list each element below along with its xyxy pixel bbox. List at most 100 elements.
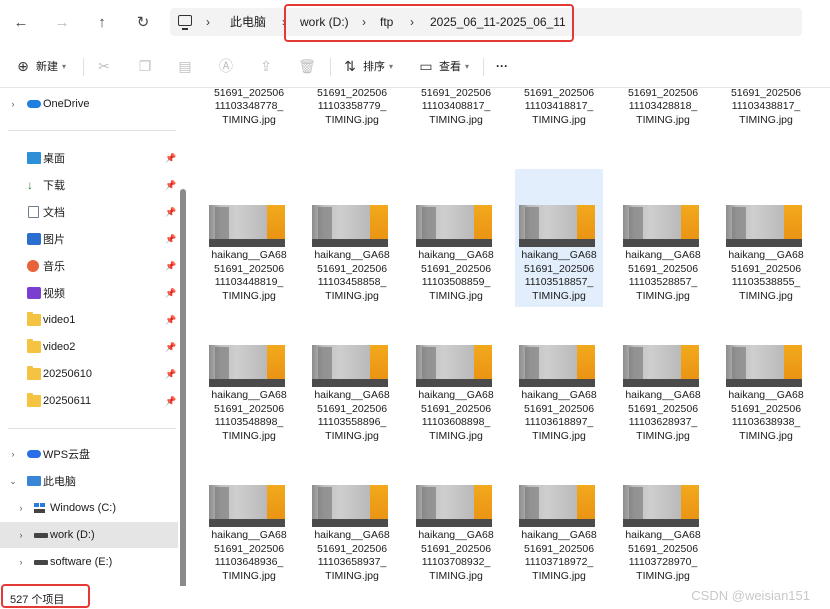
sidebar-item-20250611[interactable]: 20250611 📌: [0, 388, 178, 414]
file-name-line: 51691_202506: [730, 402, 802, 415]
monitor-icon: [27, 476, 41, 486]
sidebar-item-label: 桌面: [43, 153, 65, 165]
file-name-line: 11103428818_: [628, 100, 698, 112]
pin-icon[interactable]: 📌: [165, 207, 176, 218]
sidebar-item-desktop[interactable]: 桌面 📌: [0, 145, 178, 171]
sidebar-item-drive-e[interactable]: › software (E:): [0, 549, 178, 575]
file-name: haikang__GA68 51691_202506 11103448819_ TIM…: [205, 249, 293, 303]
sidebar-item-drive-c[interactable]: › Windows (C:): [0, 495, 178, 521]
pin-icon[interactable]: 📌: [165, 396, 176, 407]
breadcrumb-this-pc[interactable]: 此电脑: [230, 8, 266, 36]
file-item[interactable]: haikang__GA68 51691_202506 11103508859_ TIM…: [412, 169, 500, 307]
file-item[interactable]: haikang__GA68 51691_202506 11103528857_ TIM…: [619, 169, 707, 307]
file-name-line: 51691_202506: [213, 262, 285, 275]
new-button[interactable]: ⊕ 新建 ▾: [14, 54, 66, 78]
pin-icon[interactable]: 📌: [165, 153, 176, 164]
sidebar-item-pictures[interactable]: 图片 📌: [0, 226, 178, 252]
file-item[interactable]: haikang__GA68 51691_202506 11103708932_ TIM…: [412, 449, 500, 586]
forward-arrow-icon[interactable]: →: [50, 10, 74, 34]
sidebar-item-downloads[interactable]: ↓ 下载 📌: [0, 172, 178, 198]
watermark: CSDN @weisian151: [691, 588, 810, 603]
file-name-line: TIMING.jpg: [222, 569, 276, 582]
file-name-line: haikang__GA68: [728, 389, 804, 401]
file-item[interactable]: haikang__GA68 51691_202506 11103518857_ TIM…: [515, 169, 603, 307]
file-name: haikang__GA68 51691_202506 11103718972_ TIM…: [515, 529, 603, 583]
back-arrow-icon[interactable]: ←: [9, 10, 33, 34]
sort-button[interactable]: ⇅ 排序 ▾: [341, 54, 393, 78]
file-name-line: 11103658937_: [317, 556, 387, 568]
pin-icon[interactable]: 📌: [165, 288, 176, 299]
sidebar-item-drive-d[interactable]: › work (D:): [0, 522, 178, 548]
file-grid: haikang__GA6851691_20250611103348778_TIM…: [188, 89, 830, 586]
file-item[interactable]: haikang__GA68 51691_202506 11103718972_ TIM…: [515, 449, 603, 586]
paste-button[interactable]: ▤: [176, 54, 194, 78]
file-item[interactable]: haikang__GA68 51691_202506 11103728970_ TIM…: [619, 449, 707, 586]
copy-button[interactable]: ❐: [136, 54, 154, 78]
chevron-right-icon[interactable]: ›: [16, 557, 26, 567]
chevron-right-icon[interactable]: ›: [16, 530, 26, 540]
sidebar-item-onedrive[interactable]: › OneDrive: [0, 91, 178, 117]
chevron-down-icon[interactable]: ⌄: [8, 476, 18, 487]
file-name-line: TIMING.jpg: [532, 569, 586, 582]
file-name-line: TIMING.jpg: [325, 113, 379, 126]
file-item[interactable]: haikang__GA68 51691_202506 11103548898_ TIM…: [205, 309, 293, 447]
file-item[interactable]: haikang__GA68 51691_202506 11103638938_ TIM…: [722, 309, 810, 447]
toolbar-divider: [330, 58, 331, 76]
sidebar-item-videos[interactable]: 视频 📌: [0, 280, 178, 306]
file-name-line: haikang__GA68: [625, 389, 701, 401]
chevron-right-icon[interactable]: ›: [8, 449, 18, 459]
file-name-line: 51691_202506: [316, 262, 388, 275]
refresh-icon[interactable]: ↻: [131, 10, 155, 34]
sidebar-item-documents[interactable]: 文档 📌: [0, 199, 178, 225]
pin-icon[interactable]: 📌: [165, 369, 176, 380]
file-name-line: haikang__GA68: [521, 529, 597, 541]
sidebar-item-20250610[interactable]: 20250610 📌: [0, 361, 178, 387]
file-name-line: haikang__GA68: [314, 529, 390, 541]
delete-button[interactable]: 🗑: [298, 54, 316, 78]
cut-button[interactable]: ✂: [95, 54, 113, 78]
up-arrow-icon[interactable]: ↑: [90, 10, 114, 34]
view-button[interactable]: ▭ 查看 ▾: [417, 54, 469, 78]
pin-icon[interactable]: 📌: [165, 315, 176, 326]
file-item[interactable]: haikang__GA68 51691_202506 11103608898_ TIM…: [412, 309, 500, 447]
file-item[interactable]: haikang__GA68 51691_202506 11103648936_ TIM…: [205, 449, 293, 586]
pin-icon[interactable]: 📌: [165, 261, 176, 272]
more-options-button[interactable]: ···: [496, 54, 508, 78]
file-name: haikang__GA68 51691_202506 11103658937_ TIM…: [308, 529, 396, 583]
pin-icon[interactable]: 📌: [165, 180, 176, 191]
rename-button[interactable]: Ⓐ: [217, 54, 235, 78]
sidebar-item-label: 音乐: [43, 261, 65, 273]
file-name-line: 11103708932_: [421, 556, 491, 568]
file-name-line: TIMING.jpg: [325, 429, 379, 442]
sidebar-item-video1[interactable]: video1 📌: [0, 307, 178, 333]
file-thumbnail: [416, 205, 492, 247]
sidebar-item-video2[interactable]: video2 📌: [0, 334, 178, 360]
file-name-line: TIMING.jpg: [532, 429, 586, 442]
sidebar-item-wps-cloud[interactable]: › WPS云盘: [0, 441, 178, 467]
file-name-line: TIMING.jpg: [636, 289, 690, 302]
share-button[interactable]: ⇪: [257, 54, 275, 78]
file-item[interactable]: haikang__GA68 51691_202506 11103538855_ TIM…: [722, 169, 810, 307]
pin-icon[interactable]: 📌: [165, 234, 176, 245]
chevron-right-icon[interactable]: ›: [16, 503, 26, 513]
sidebar-item-this-pc[interactable]: ⌄ 此电脑: [0, 468, 178, 494]
sidebar-item-label: 文档: [43, 207, 65, 219]
sidebar-scrollbar[interactable]: [180, 189, 186, 586]
file-item[interactable]: haikang__GA68 51691_202506 11103628937_ TIM…: [619, 309, 707, 447]
file-name-line: 51691_202506: [730, 262, 802, 275]
file-item[interactable]: haikang__GA68 51691_202506 11103618897_ TIM…: [515, 309, 603, 447]
file-item[interactable]: haikang__GA68 51691_202506 11103458858_ TIM…: [308, 169, 396, 307]
sidebar-item-label: 此电脑: [43, 476, 76, 488]
sidebar-item-music[interactable]: 音乐 📌: [0, 253, 178, 279]
file-item[interactable]: haikang__GA68 51691_202506 11103448819_ TIM…: [205, 169, 293, 307]
file-name-line: haikang__GA68: [418, 529, 494, 541]
chevron-down-icon: ▾: [389, 61, 394, 71]
file-item[interactable]: haikang__GA68 51691_202506 11103558896_ TIM…: [308, 309, 396, 447]
file-name: haikang__GA68 51691_202506 11103648936_ TIM…: [205, 529, 293, 583]
file-name-line: 51691_202506: [420, 262, 492, 275]
file-name: haikang__GA68 51691_202506 11103608898_ TIM…: [412, 389, 500, 443]
file-item[interactable]: haikang__GA68 51691_202506 11103658937_ TIM…: [308, 449, 396, 586]
chevron-right-icon[interactable]: ›: [8, 99, 18, 109]
sidebar-divider: [8, 130, 176, 131]
pin-icon[interactable]: 📌: [165, 342, 176, 353]
